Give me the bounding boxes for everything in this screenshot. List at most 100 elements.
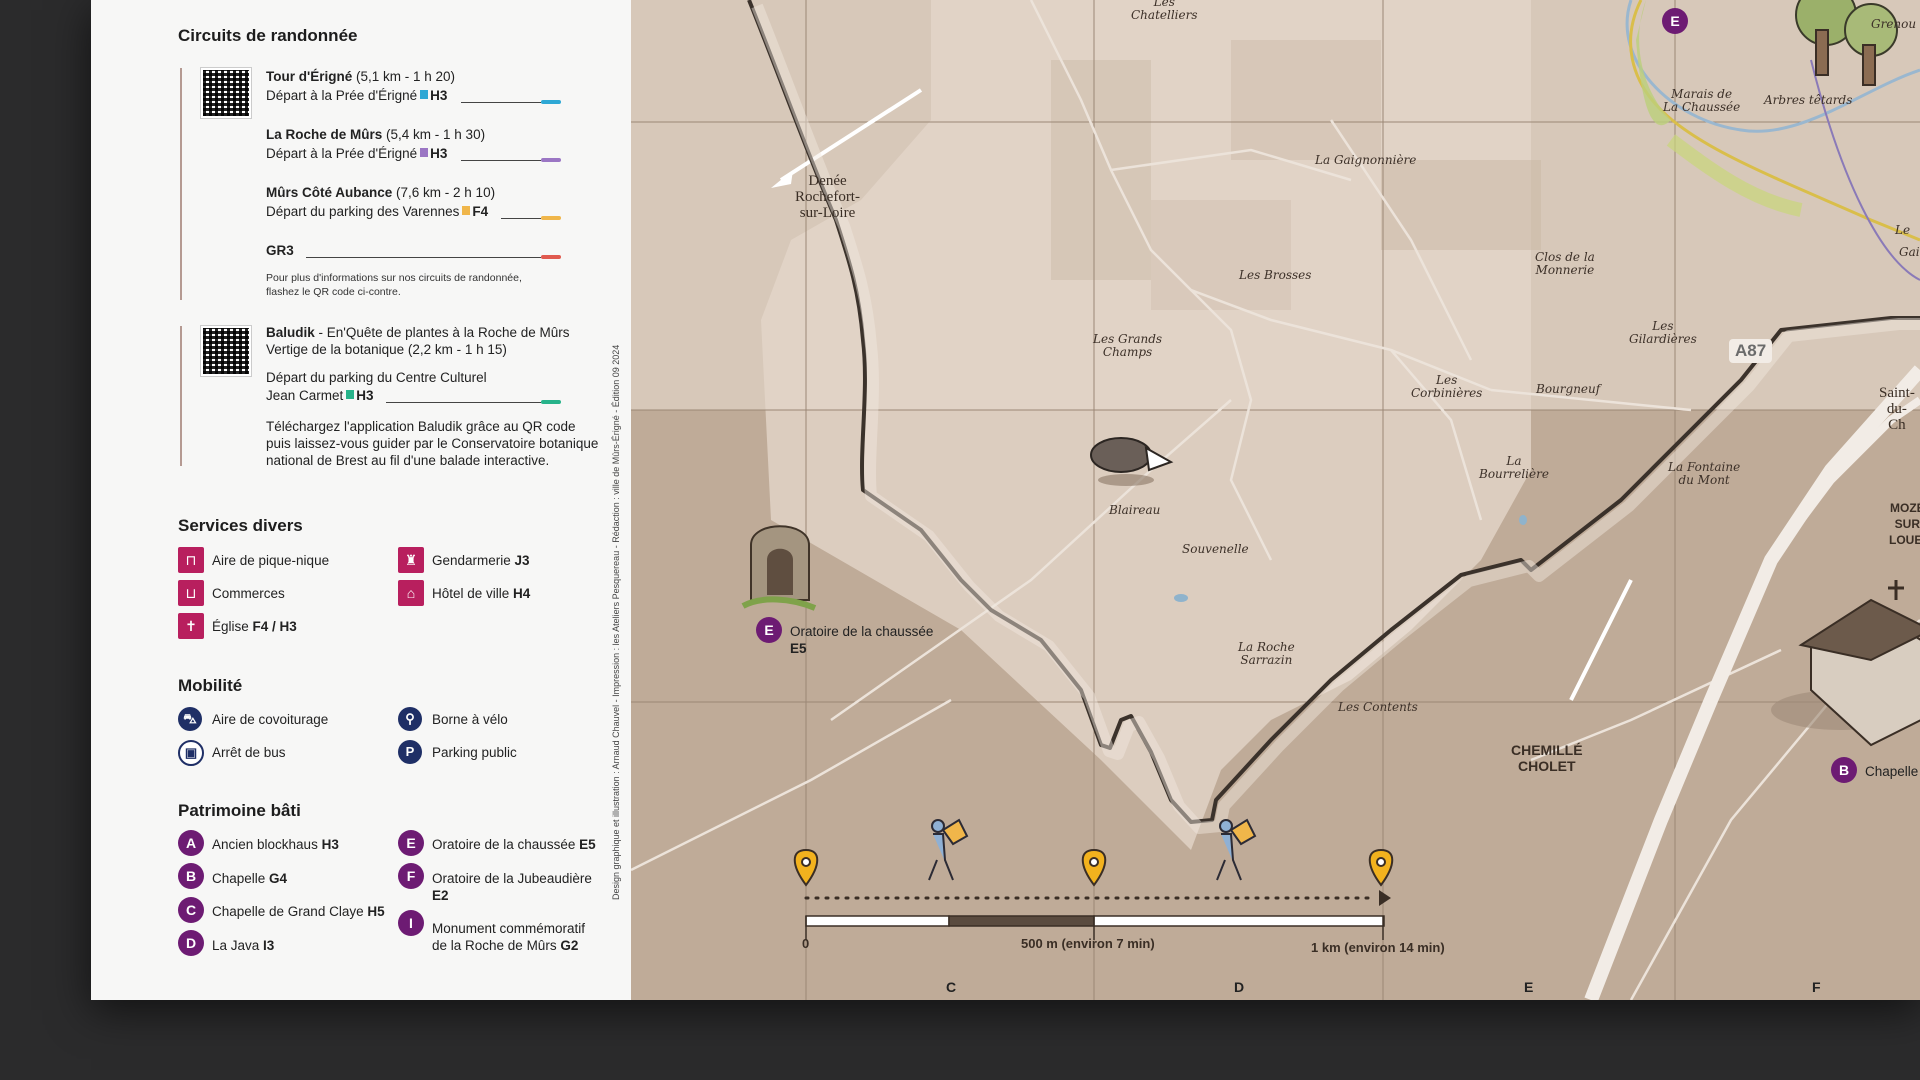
- place-label: La Gaignonnière: [1315, 153, 1417, 167]
- route-aubance-start: Départ du parking des Varennes F4: [266, 204, 489, 219]
- route-tour-erigne: Tour d'Érigné (5,1 km - 1 h 20): [266, 69, 456, 84]
- place-label: Marais de La Chaussée: [1663, 87, 1741, 114]
- map-chapelle-label: Chapelle G4: [1865, 764, 1920, 779]
- town-label: CHEMILLÉ CHOLET: [1511, 742, 1583, 774]
- scale-zero: 0: [802, 936, 810, 951]
- place-label: Clos de la Monnerie: [1535, 250, 1595, 277]
- heritage-blockhaus: Ancien blockhaus H3: [212, 837, 339, 852]
- bus-icon: ▣: [178, 740, 204, 766]
- flag-icon: [420, 148, 429, 157]
- heritage-marker-a: A: [178, 830, 204, 856]
- service-picnic: Aire de pique-nique: [212, 553, 330, 568]
- heritage-marker-b: B: [178, 863, 204, 889]
- route-roche-murs-start: Départ à la Prée d'Érigné H3: [266, 146, 448, 161]
- route-color-gr3: [541, 255, 561, 259]
- parking-icon: P: [398, 740, 422, 764]
- route-roche-murs: La Roche de Mûrs (5,4 km - 1 h 30): [266, 127, 486, 142]
- grid-col-c: C: [946, 979, 957, 995]
- baludik-app-text: Téléchargez l'application Baludik grâce …: [266, 419, 599, 468]
- baludik-qr-code[interactable]: [200, 325, 252, 377]
- flag-icon: [462, 206, 471, 215]
- route-color-tour: [541, 100, 561, 104]
- heritage-marker-i: I: [398, 910, 424, 936]
- hiking-info: Pour plus d'informations sur nos circuit…: [266, 272, 522, 298]
- road-label-a87: A87: [1729, 339, 1773, 363]
- route-tour-erigne-start: Départ à la Prée d'Érigné H3: [266, 88, 448, 103]
- place-label: Souvenelle: [1182, 542, 1249, 556]
- service-church: Église F4 / H3: [212, 619, 297, 634]
- map-oratoire-label: Oratoire de la chaussée E5: [790, 624, 934, 656]
- place-label: Le: [1895, 223, 1911, 237]
- scale-end: 1 km (environ 14 min): [1311, 940, 1445, 955]
- map-sheet: Circuits de randonnée Tour d'Érigné (5,1…: [91, 0, 1920, 1000]
- heritage-heading: Patrimoine bâti: [178, 801, 301, 820]
- service-shops: Commerces: [212, 586, 285, 601]
- place-label: Gaigné: [1899, 245, 1920, 259]
- grid-col-f: F: [1812, 979, 1821, 995]
- heritage-la-java: La Java I3: [212, 938, 275, 953]
- heritage-marker-e: E: [398, 830, 424, 856]
- mobility-bus: Arrêt de bus: [212, 745, 286, 760]
- place-label: Les Chatelliers: [1131, 0, 1198, 22]
- town-label: Denée Rochefort- sur-Loire: [795, 173, 860, 221]
- town-label: MOZÉ-SUR-LOUET: [1889, 501, 1920, 547]
- place-label: Grenou: [1871, 17, 1917, 31]
- police-icon: ♜: [398, 547, 424, 573]
- baludik-start-2: Jean Carmet H3: [266, 388, 374, 403]
- route-gr3: GR3: [266, 243, 294, 258]
- route-color-aubance: [541, 216, 561, 220]
- town-label: Saint- du- Ch: [1879, 385, 1915, 433]
- map-marker-chapelle[interactable]: B: [1831, 757, 1857, 783]
- place-label: Les Corbinières: [1411, 373, 1483, 400]
- baludik-bracket: [180, 326, 182, 466]
- map-drawing: [631, 0, 1920, 1000]
- heritage-monument: Monument commémoratif de la Roche de Mûrs…: [432, 921, 586, 953]
- place-label: Les Brosses: [1239, 268, 1312, 282]
- place-label: La Roche Sarrazin: [1238, 640, 1295, 667]
- scale-mid: 500 m (environ 7 min): [1021, 936, 1155, 951]
- place-label: Arbres têtards: [1764, 93, 1853, 107]
- baludik-title: Baludik - En'Quête de plantes à la Roche…: [266, 325, 570, 340]
- mobility-bike: Borne à vélo: [432, 712, 508, 727]
- hiking-qr-code[interactable]: [200, 67, 252, 119]
- oratoire-illustration: [741, 525, 817, 611]
- hiking-heading: Circuits de randonnée: [178, 26, 358, 45]
- service-police: Gendarmerie J3: [432, 553, 530, 568]
- bicycle-icon: ⚲: [398, 707, 422, 731]
- route-color-roche: [541, 158, 561, 162]
- baludik-start: Départ du parking du Centre Culturel: [266, 370, 487, 385]
- map-area[interactable]: Les Chatelliers La Gaignonnière Les Bros…: [631, 0, 1920, 1000]
- route-dash: [386, 402, 541, 403]
- place-label: Blaireau: [1109, 503, 1161, 517]
- flag-icon: [346, 390, 355, 399]
- map-marker-oratoire[interactable]: E: [756, 617, 782, 643]
- route-color-baludik: [541, 400, 561, 404]
- car-icon: ⛍: [178, 707, 202, 731]
- services-heading: Services divers: [178, 516, 303, 535]
- map-marker-e-top[interactable]: E: [1662, 8, 1688, 34]
- place-label: Bourgneuf: [1536, 382, 1601, 396]
- place-label: La Fontaine du Mont: [1668, 460, 1741, 487]
- heritage-chapelle: Chapelle G4: [212, 871, 288, 886]
- place-label: Les Gilardières: [1629, 319, 1697, 346]
- grid-col-d: D: [1234, 979, 1245, 995]
- route-dash: [461, 102, 541, 103]
- heritage-marker-f: F: [398, 863, 424, 889]
- legend-panel: Circuits de randonnée Tour d'Érigné (5,1…: [91, 0, 631, 1000]
- route-dash: [461, 160, 541, 161]
- baludik-subtitle: Vertige de la botanique (2,2 km - 1 h 15…: [266, 342, 507, 357]
- mobility-parking: Parking public: [432, 745, 517, 760]
- heritage-grand-claye: Chapelle de Grand Claye H5: [212, 904, 385, 919]
- place-label: La Bourrelière: [1479, 454, 1549, 481]
- basket-icon: ⊔: [178, 580, 204, 606]
- church-icon: ✝: [178, 613, 204, 639]
- route-aubance: Mûrs Côté Aubance (7,6 km - 2 h 10): [266, 185, 496, 200]
- service-town-hall: Hôtel de ville H4: [432, 586, 531, 601]
- place-label: Les Grands Champs: [1093, 332, 1163, 359]
- credits-vertical: Design graphique et illustration : Arnau…: [611, 344, 621, 900]
- route-dash: [306, 257, 541, 258]
- heritage-oratoire-chaussee: Oratoire de la chaussée E5: [432, 837, 596, 852]
- mobility-heading: Mobilité: [178, 676, 243, 695]
- heritage-marker-c: C: [178, 897, 204, 923]
- flag-icon: [420, 90, 429, 99]
